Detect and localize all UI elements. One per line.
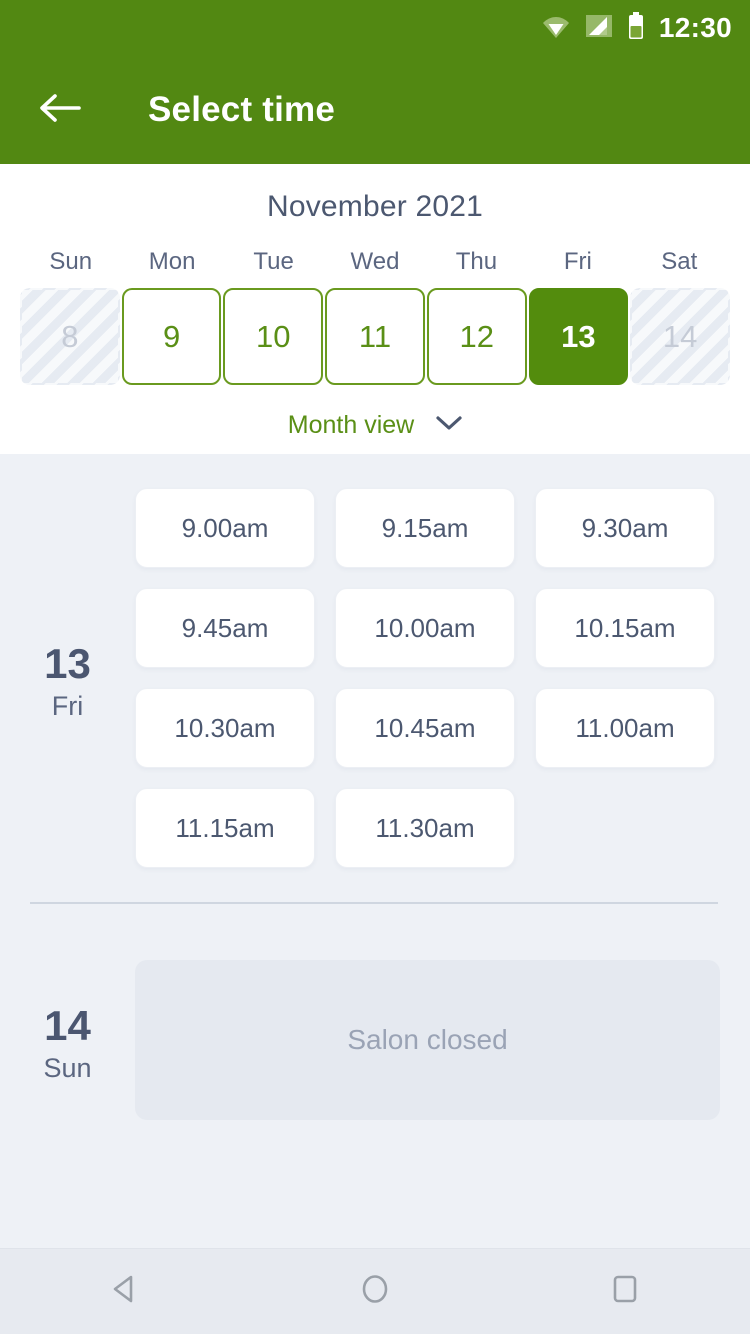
time-slot[interactable]: 10.00am — [335, 588, 515, 668]
calendar-day-10[interactable]: 10 — [223, 288, 324, 385]
nav-back-icon — [106, 1270, 144, 1313]
status-icons — [541, 11, 645, 45]
page-title: Select time — [148, 90, 336, 129]
day-number: 13 — [44, 639, 91, 687]
nav-home-button[interactable] — [320, 1249, 430, 1334]
day-number: 14 — [44, 1001, 91, 1049]
phone-screen: 12:30 Select time November 2021 Sun Mon … — [0, 0, 750, 1334]
back-arrow-icon — [39, 92, 81, 129]
time-slot[interactable]: 10.30am — [135, 688, 315, 768]
back-button[interactable] — [32, 82, 88, 138]
weekday-label: Fri — [563, 248, 592, 275]
app-bar: Select time — [0, 56, 750, 164]
nav-recents-icon — [606, 1270, 644, 1313]
weekday-label: Wed — [350, 248, 400, 275]
calendar-day-11[interactable]: 11 — [325, 288, 425, 385]
time-slot[interactable]: 9.00am — [135, 488, 315, 568]
calendar-day-14: 14 — [630, 288, 730, 385]
time-slot[interactable]: 11.00am — [535, 688, 715, 768]
calendar-day-8: 8 — [20, 288, 120, 385]
status-bar-clock: 12:30 — [658, 12, 732, 43]
day-label-13: 13 Fri — [0, 488, 135, 868]
month-view-label: Month view — [287, 411, 415, 439]
time-slot[interactable]: 10.15am — [535, 588, 715, 668]
salon-closed-card: Salon closed — [135, 960, 720, 1120]
time-slot[interactable]: 9.15am — [335, 488, 515, 568]
calendar-day-9[interactable]: 9 — [121, 288, 222, 385]
time-slot[interactable]: 11.30am — [335, 788, 515, 868]
schedule-area: 13 Fri 9.00am 9.15am 9.30am 9.45am 10.00… — [0, 454, 750, 1206]
time-slot[interactable]: 10.45am — [335, 688, 515, 768]
nav-home-icon — [356, 1270, 394, 1313]
status-bar: 12:30 — [0, 0, 750, 56]
month-view-toggle[interactable]: Month view — [0, 385, 750, 440]
calendar-panel: November 2021 Sun Mon Tue Wed Thu Fri Sa… — [0, 164, 750, 454]
battery-icon — [627, 11, 645, 45]
calendar-day-13[interactable]: 13 — [528, 288, 629, 385]
calendar-weekday-header: Sun Mon Tue Wed Thu Fri Sat — [0, 234, 750, 276]
weekday-label: Sat — [661, 248, 698, 275]
schedule-day-14: 14 Sun Salon closed — [0, 904, 750, 1120]
calendar-month-title: November 2021 — [266, 190, 484, 223]
day-name: Fri — [51, 690, 84, 721]
calendar-day-12[interactable]: 12 — [426, 288, 527, 385]
calendar-day-row: 8 9 10 11 12 13 14 — [0, 276, 750, 385]
weekday-label: Mon — [148, 248, 196, 275]
weekday-label: Thu — [455, 248, 498, 275]
android-nav-bar — [0, 1248, 750, 1334]
weekday-label: Tue — [253, 248, 294, 275]
time-slot[interactable]: 9.30am — [535, 488, 715, 568]
nav-back-button[interactable] — [70, 1249, 180, 1334]
time-slot[interactable]: 9.45am — [135, 588, 315, 668]
nav-recents-button[interactable] — [570, 1249, 680, 1334]
time-slot[interactable]: 11.15am — [135, 788, 315, 868]
wifi-icon — [541, 13, 571, 44]
cellular-signal-icon — [585, 13, 613, 44]
day-name: Sun — [43, 1052, 92, 1083]
weekday-label: Sun — [49, 248, 93, 275]
chevron-down-icon — [436, 415, 462, 436]
schedule-day-13: 13 Fri 9.00am 9.15am 9.30am 9.45am 10.00… — [0, 454, 750, 868]
day-label-14: 14 Sun — [0, 960, 135, 1120]
time-slot-grid: 9.00am 9.15am 9.30am 9.45am 10.00am 10.1… — [135, 488, 735, 868]
